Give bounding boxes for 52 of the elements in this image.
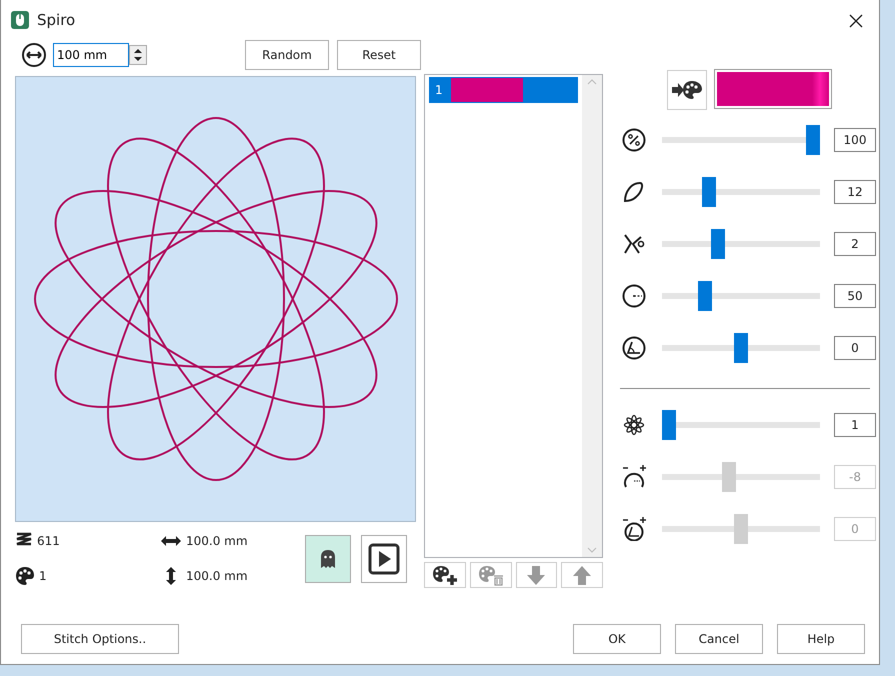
value-field: -8: [834, 465, 876, 489]
color-list-item[interactable]: 1: [429, 77, 578, 103]
circle-angle-icon: [622, 336, 646, 360]
ghost-toggle-button[interactable]: [305, 535, 351, 583]
play-button[interactable]: [361, 535, 407, 583]
slider-thumb[interactable]: [662, 410, 676, 440]
item-number: 1: [435, 82, 443, 99]
flower-icon: [622, 413, 646, 437]
apply-color-button[interactable]: [667, 70, 707, 110]
slider-thumb[interactable]: [734, 333, 748, 363]
horizontal-arrow-icon: [160, 535, 182, 547]
value-field[interactable]: 0: [834, 336, 876, 360]
value-field[interactable]: 50: [834, 284, 876, 308]
window-title: Spiro: [37, 10, 76, 31]
petal-icon: [622, 180, 646, 204]
dialog-button[interactable]: Help: [777, 624, 865, 654]
slider-thumb[interactable]: [710, 229, 725, 259]
arrow-palette-icon: [671, 79, 703, 101]
dialog-button[interactable]: Random: [245, 40, 329, 70]
close-icon: [849, 14, 863, 28]
height-value: 100.0 mm: [186, 568, 248, 585]
palette-icon: [15, 566, 35, 586]
dialog-button[interactable]: Cancel: [675, 624, 763, 654]
size-field[interactable]: 100 mm: [53, 43, 129, 67]
play-icon: [368, 543, 400, 575]
percent-icon: [622, 128, 646, 152]
branch-icon: [622, 232, 646, 256]
value-field: 0: [834, 517, 876, 541]
app-icon: [11, 11, 29, 29]
stitch-count: 611: [37, 533, 60, 550]
angle-adjust-icon: [622, 517, 646, 541]
radius-adjust-icon: [622, 465, 646, 489]
palette-trash-icon: [478, 564, 504, 586]
slider-thumb[interactable]: [698, 281, 712, 311]
current-color-swatch[interactable]: [715, 70, 831, 108]
stitch-options-button[interactable]: Stitch Options..: [21, 624, 179, 654]
slider-thumb[interactable]: [702, 177, 716, 207]
slider-thumb[interactable]: [806, 125, 820, 155]
palette-plus-icon: [432, 564, 458, 586]
value-field[interactable]: 1: [834, 413, 876, 437]
width-icon: [21, 42, 47, 68]
width-value: 100.0 mm: [186, 533, 248, 550]
dialog-button[interactable]: OK: [573, 624, 661, 654]
value-field[interactable]: 12: [834, 180, 876, 204]
circle-radius-icon: [622, 284, 646, 308]
ghost-icon: [320, 549, 336, 569]
value-field[interactable]: 100: [834, 128, 876, 152]
list-tool-button[interactable]: [424, 562, 466, 588]
dialog-button[interactable]: Reset: [337, 40, 421, 70]
value-field[interactable]: 2: [834, 232, 876, 256]
color-count: 1: [39, 568, 47, 585]
spin-arrows-icon[interactable]: [129, 45, 147, 65]
